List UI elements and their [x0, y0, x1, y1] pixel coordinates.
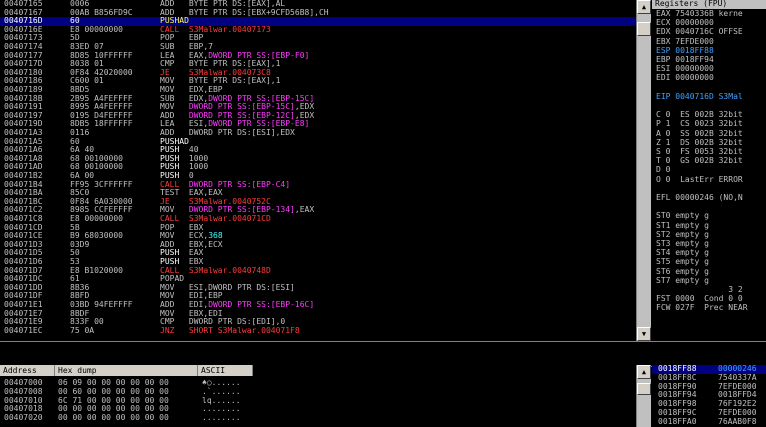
dump-scrollbar[interactable]: ▲	[636, 365, 651, 427]
register-line[interactable]: EDX 0040716C OFFSE	[656, 28, 743, 37]
disasm-row[interactable]: 004071D7 E8 B1020000 CALL S3Malwar.0040748…	[0, 265, 636, 276]
disasm-operand: BYTE PTR DS:[EBX+9CFD56B8],CH	[184, 7, 329, 17]
register-line[interactable]: D 0	[656, 166, 670, 175]
disasm-instruction: JNZ SHORT S3Malwar.004071F8	[160, 325, 300, 336]
register-line[interactable]: FCW 027F Prec NEAR	[656, 304, 748, 313]
scroll-up-arrow-icon[interactable]: ▲	[637, 365, 651, 379]
scroll-thumb[interactable]	[637, 383, 651, 395]
register-line[interactable]: O 0 LastErr ERROR	[656, 175, 743, 185]
dump-address: 00407010	[4, 395, 43, 405]
dump-header-address[interactable]: Address	[0, 365, 55, 376]
disasm-row[interactable]: 004071B4 FF95 3CFFFFFF CALL DWORD PTR SS:[…	[0, 180, 636, 190]
disasm-row[interactable]: 0040716E E8 00000000 CALL S3Malwar.0040717…	[0, 25, 636, 35]
disasm-hex: 75 0A	[70, 325, 95, 335]
scroll-up-arrow-icon[interactable]: ▲	[637, 0, 651, 14]
disasm-row[interactable]: 004071A3 0116 ADD DWORD PTR DS:[ESI],EDX	[0, 128, 636, 138]
register-line[interactable]: ST0 empty g	[656, 212, 709, 221]
dump-pane[interactable]: Address Hex dump ASCII 00407000 06 09 00 …	[0, 365, 636, 427]
disassembly-scrollbar[interactable]: ▲ ▼	[636, 0, 651, 341]
disasm-row[interactable]: 004071D3 03D9 ADD EBX,ECX	[0, 240, 636, 250]
dump-ascii: ........	[202, 413, 241, 423]
disasm-row[interactable]: 004071A5 60 PUSHAD	[0, 137, 636, 147]
register-line[interactable]: EIP 0040716D S3Mal	[656, 92, 743, 102]
disassembly-pane[interactable]: 00407165 0006 ADD BYTE PTR DS:[EAX],AL 0040…	[0, 0, 636, 341]
register-line[interactable]: P 1 CS 0023 32bit	[656, 120, 743, 129]
dump-address: 00407020	[4, 413, 43, 423]
dump-hex: 00 00 00 00 00 00 00 00	[58, 413, 169, 423]
disasm-row[interactable]: 004071C8 E8 00000000 CALL S3Malwar.004071C…	[0, 214, 636, 224]
disasm-operand: SHORT S3Malwar.004071F8	[184, 325, 300, 335]
disasm-row[interactable]: 004071D5 50 PUSH EAX	[0, 249, 636, 258]
disasm-operand: DWORD PTR SS:[EBP-16C]	[208, 300, 315, 309]
disasm-operand: DWORD PTR DS:[ESI],EDX	[184, 128, 295, 137]
disasm-row[interactable]: 004071DC 61 POPAD	[0, 274, 636, 284]
disasm-row[interactable]: 004071AD 68 00100000 PUSH 1000	[0, 163, 636, 172]
register-line[interactable]: EFL 00000246 (NO,N	[656, 193, 743, 203]
dump-header-hex[interactable]: Hex dump	[55, 365, 198, 376]
disasm-row[interactable]: 004071E9 833F 00 CMP DWORD PTR DS:[EDI],0	[0, 317, 636, 327]
disasm-row[interactable]: 004071EC 75 0A JNZ SHORT S3Malwar.004071F8	[0, 325, 636, 336]
disasm-mnemonic: JNZ	[160, 325, 185, 335]
info-pane[interactable]	[0, 341, 766, 367]
disasm-row[interactable]: 00407167 00AB B856FD9C ADD BYTE PTR DS:[EB…	[0, 7, 636, 18]
stack-pane[interactable]: 0018FF88 00000246 0018FF8C 7540337A 0018FF90…	[652, 365, 766, 427]
stack-row[interactable]: 0018FFA0 76AAB0F8	[652, 416, 766, 427]
dump-header-ascii[interactable]: ASCII	[198, 365, 253, 376]
scroll-thumb[interactable]	[637, 22, 651, 36]
register-line[interactable]: ST5 empty g	[656, 258, 709, 267]
disasm-row[interactable]: 004071E1 03BD 94FEFFFF ADD EDI,DWORD PTR S…	[0, 300, 636, 310]
stack-address: 0018FFA0	[658, 416, 697, 426]
registers-pane[interactable]: Registers (FPU) EAX 7540336B kerne ECX 00…	[652, 0, 766, 341]
disasm-row[interactable]: 004071DD 8B36 MOV ESI,DWORD PTR DS:[ESI]	[0, 283, 636, 293]
scroll-down-arrow-icon[interactable]: ▼	[637, 327, 651, 341]
dump-address: 00407018	[4, 404, 43, 414]
dump-row[interactable]: 00407020 00 00 00 00 00 00 00 00........	[4, 413, 241, 423]
dump-address: 00407008	[4, 386, 43, 396]
register-line[interactable]: EDI 00000000	[656, 74, 714, 83]
register-line[interactable]: ST1 empty g	[656, 221, 709, 231]
disasm-row[interactable]: 004071CE B9 68030000 MOV ECX,368	[0, 231, 636, 241]
disasm-operand: S3Malwar.0040748D	[184, 265, 271, 275]
registers-title[interactable]: Registers (FPU)	[652, 0, 766, 9]
disasm-row[interactable]: 0040719D 8DB5 18FFFFFF LEA ESI,DWORD PTR S…	[0, 120, 636, 129]
disasm-operand: ,EAX	[294, 205, 315, 215]
register-line[interactable]: A 0 SS 002B 32bit	[656, 129, 743, 139]
register-line[interactable]: ST6 empty g	[656, 267, 709, 277]
register-line[interactable]: EBX 7EFDE000	[656, 37, 714, 47]
disasm-address: 004071EC	[4, 325, 43, 335]
disasm-row[interactable]: 00407186 C600 01 MOV BYTE PTR DS:[EAX],1	[0, 77, 636, 86]
stack-value: 76AAB0F8	[718, 416, 757, 426]
dump-address: 00407000	[4, 378, 43, 387]
